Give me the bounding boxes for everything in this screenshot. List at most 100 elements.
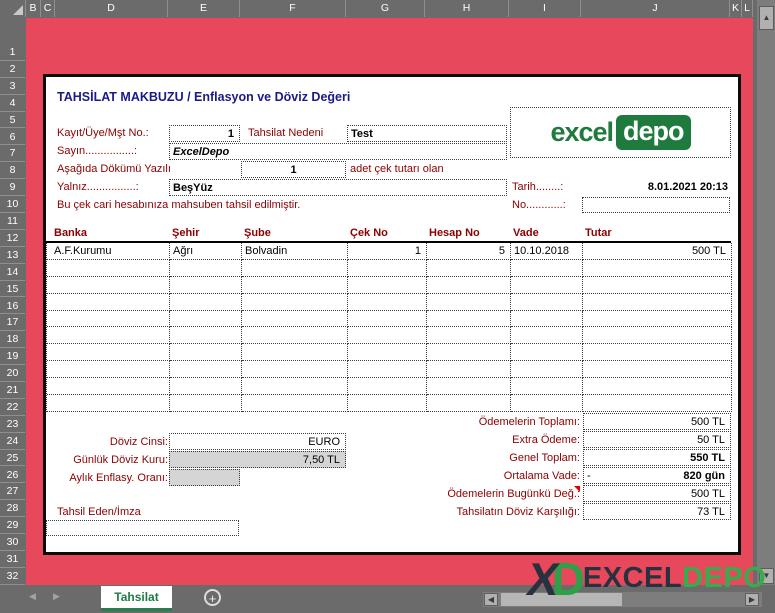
table-cell-empty[interactable] (47, 294, 170, 311)
table-cell-empty[interactable] (511, 395, 583, 412)
row-header-19[interactable]: 19 (0, 348, 25, 365)
row-header-9[interactable]: 9 (0, 179, 25, 196)
table-cell-empty[interactable] (170, 395, 242, 412)
row-header-15[interactable]: 15 (0, 281, 25, 298)
table-cell-empty[interactable] (47, 327, 170, 344)
table-cell-empty[interactable] (583, 361, 732, 378)
row-header-1[interactable]: 1 (0, 44, 25, 61)
table-cell-empty[interactable] (242, 327, 348, 344)
row-header-11[interactable]: 11 (0, 213, 25, 230)
table-cell-empty[interactable] (47, 378, 170, 395)
table-cell-empty[interactable] (170, 311, 242, 328)
column-header-K[interactable]: K (730, 0, 742, 17)
column-header-D[interactable]: D (55, 0, 168, 17)
column-header-F[interactable]: F (240, 0, 346, 17)
table-cell-empty[interactable] (583, 395, 732, 412)
column-header-B[interactable]: B (26, 0, 41, 17)
doviz-cinsi-field[interactable]: EURO (169, 433, 346, 450)
table-cell-data[interactable]: 10.10.2018 (511, 243, 583, 260)
tab-tahsilat[interactable]: Tahsilat (101, 586, 172, 611)
table-cell-empty[interactable] (170, 344, 242, 361)
row-header-32[interactable]: 32 (0, 568, 25, 585)
next-sheet-button[interactable]: ▶ (53, 591, 60, 602)
table-cell-empty[interactable] (47, 311, 170, 328)
table-cell-empty[interactable] (242, 395, 348, 412)
summary-value-1[interactable]: 50 TL (583, 431, 731, 448)
table-cell-empty[interactable] (47, 395, 170, 412)
tahsilat-nedeni-field[interactable]: Test (347, 125, 507, 142)
row-header-12[interactable]: 12 (0, 230, 25, 247)
table-cell-empty[interactable] (348, 311, 427, 328)
table-cell-empty[interactable] (47, 277, 170, 294)
table-cell-data[interactable]: A.F.Kurumu (47, 243, 170, 260)
table-cell-empty[interactable] (348, 327, 427, 344)
table-cell-empty[interactable] (511, 378, 583, 395)
table-cell-data[interactable]: 5 (427, 243, 511, 260)
table-cell-empty[interactable] (427, 395, 511, 412)
table-cell-empty[interactable] (348, 294, 427, 311)
row-header-6[interactable]: 6 (0, 129, 25, 146)
table-cell-empty[interactable] (427, 344, 511, 361)
table-cell-empty[interactable] (583, 311, 732, 328)
table-cell-empty[interactable] (170, 327, 242, 344)
row-header-18[interactable]: 18 (0, 331, 25, 348)
add-sheet-button[interactable]: + (204, 589, 221, 606)
table-cell-empty[interactable] (427, 378, 511, 395)
sayin-field[interactable]: ExcelDepo (169, 143, 507, 160)
no-field[interactable] (582, 197, 730, 213)
table-cell-empty[interactable] (511, 327, 583, 344)
table-cell-empty[interactable] (242, 277, 348, 294)
row-header-14[interactable]: 14 (0, 264, 25, 281)
table-cell-empty[interactable] (427, 277, 511, 294)
column-header-C[interactable]: C (41, 0, 55, 17)
table-cell-empty[interactable] (348, 277, 427, 294)
table-cell-empty[interactable] (511, 260, 583, 277)
row-header-16[interactable]: 16 (0, 298, 25, 315)
table-cell-empty[interactable] (427, 260, 511, 277)
table-cell-empty[interactable] (242, 260, 348, 277)
table-cell-empty[interactable] (348, 344, 427, 361)
table-cell-empty[interactable] (511, 277, 583, 294)
table-cell-empty[interactable] (170, 294, 242, 311)
table-cell-empty[interactable] (47, 361, 170, 378)
summary-value-5[interactable]: 73 TL (583, 503, 731, 520)
imza-field[interactable] (46, 520, 239, 536)
row-header-29[interactable]: 29 (0, 517, 25, 534)
prev-sheet-button[interactable]: ◀ (29, 591, 36, 602)
table-cell-empty[interactable] (511, 311, 583, 328)
table-cell-empty[interactable] (583, 327, 732, 344)
scroll-up-button[interactable]: ▲ (759, 6, 774, 30)
row-header-7[interactable]: 7 (0, 145, 25, 162)
summary-value-0[interactable]: 500 TL (583, 413, 731, 430)
table-cell-empty[interactable] (170, 378, 242, 395)
summary-value-2[interactable]: 550 TL (583, 449, 731, 466)
table-cell-empty[interactable] (427, 311, 511, 328)
column-header-I[interactable]: I (509, 0, 581, 17)
row-header-24[interactable]: 24 (0, 433, 25, 450)
table-cell-empty[interactable] (242, 344, 348, 361)
table-cell-data[interactable]: Bolvadin (242, 243, 348, 260)
table-cell-data[interactable]: Ağrı (170, 243, 242, 260)
table-cell-empty[interactable] (511, 344, 583, 361)
table-cell-empty[interactable] (583, 344, 732, 361)
row-header-8[interactable]: 8 (0, 162, 25, 179)
table-cell-empty[interactable] (170, 260, 242, 277)
table-cell-empty[interactable] (170, 361, 242, 378)
table-cell-empty[interactable] (242, 294, 348, 311)
select-all-button[interactable] (0, 0, 26, 17)
column-header-G[interactable]: G (346, 0, 425, 17)
table-cell-empty[interactable] (47, 260, 170, 277)
vertical-scrollbar[interactable]: ▲ ▼ (757, 0, 775, 585)
row-header-2[interactable]: 2 (0, 61, 25, 78)
table-cell-empty[interactable] (427, 361, 511, 378)
column-header-J[interactable]: J (581, 0, 730, 17)
yalniz-field[interactable]: BeşYüz (169, 179, 507, 196)
row-header-3[interactable]: 3 (0, 78, 25, 95)
table-cell-empty[interactable] (170, 277, 242, 294)
table-cell-data[interactable]: 1 (348, 243, 427, 260)
table-cell-empty[interactable] (511, 294, 583, 311)
table-cell-empty[interactable] (427, 327, 511, 344)
table-cell-empty[interactable] (583, 277, 732, 294)
row-header-20[interactable]: 20 (0, 365, 25, 382)
doviz-kuru-field[interactable]: 7,50 TL (169, 451, 346, 468)
